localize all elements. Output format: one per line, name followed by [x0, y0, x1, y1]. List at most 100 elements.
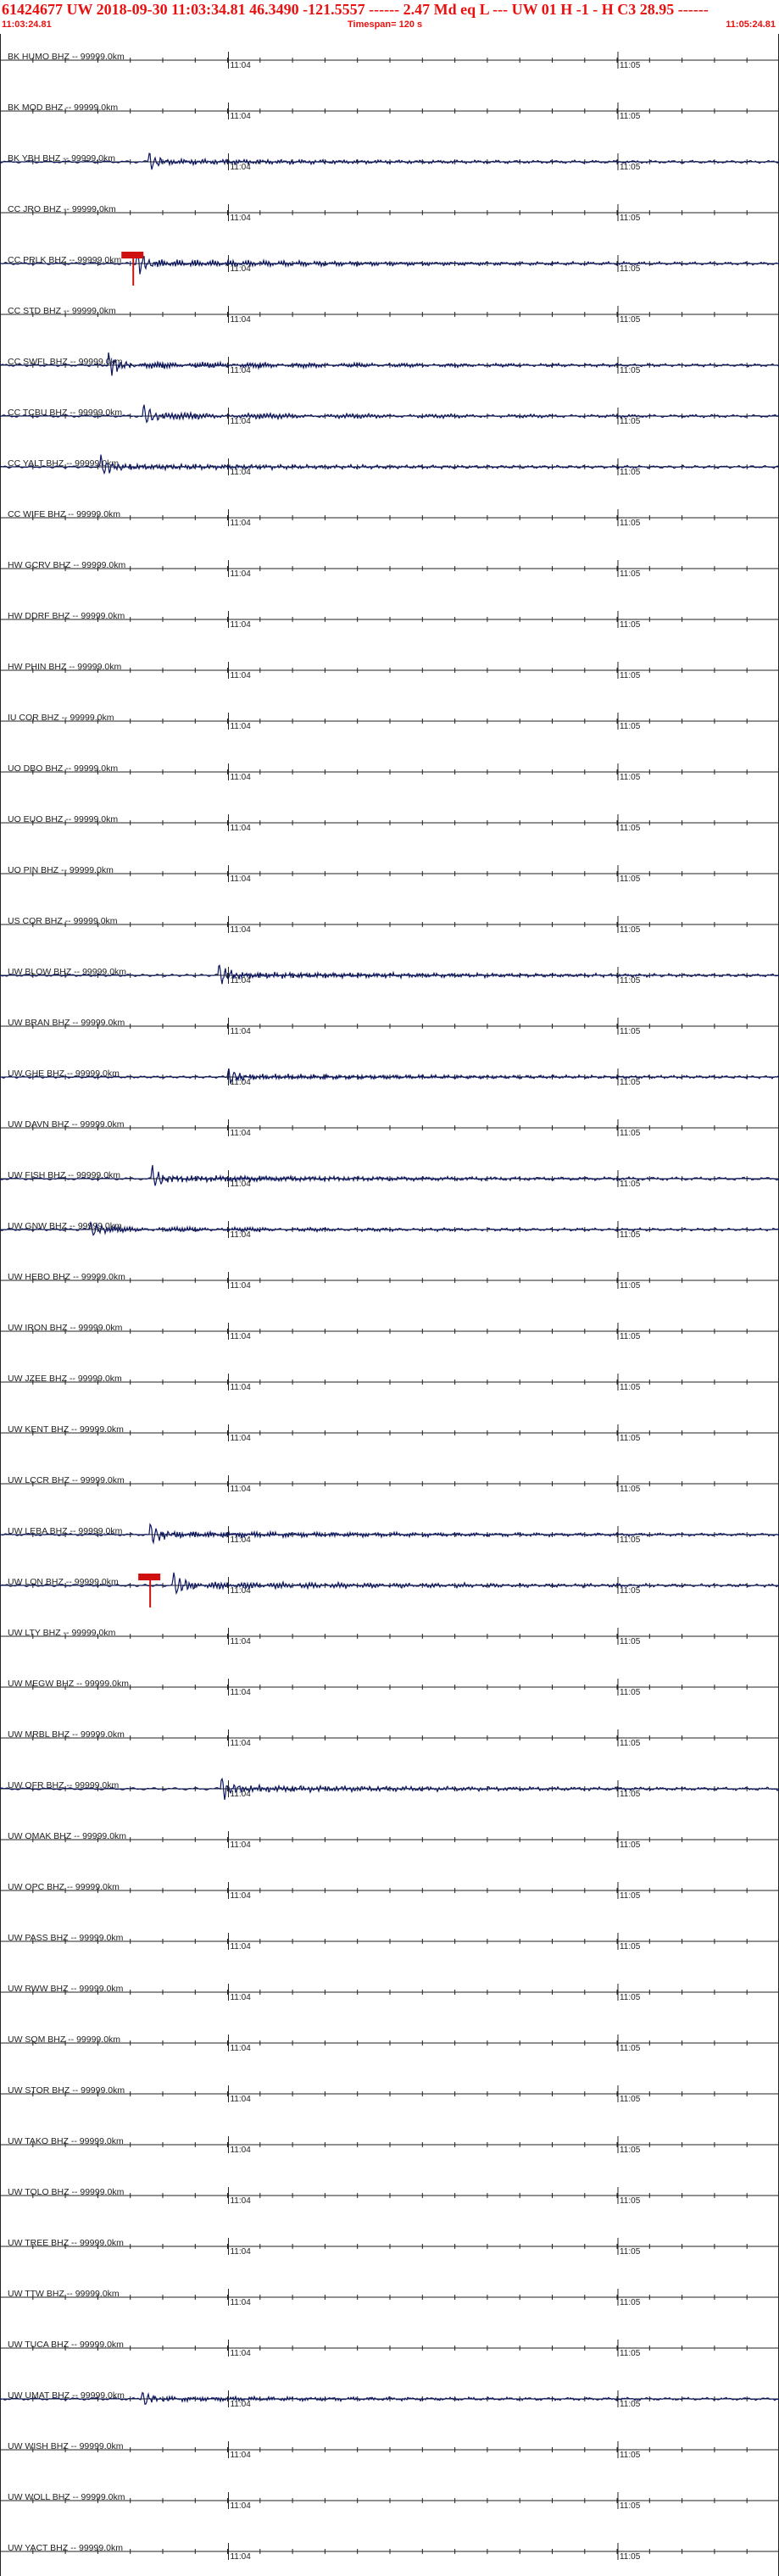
time-tick-label: 11:04	[230, 61, 251, 70]
trace-label: HW PHIN BHZ -- 99999.0km	[8, 662, 121, 672]
time-tick-label: 11:05	[620, 315, 641, 325]
trace-label: UW TUCA BHZ -- 99999.0km	[8, 2340, 124, 2350]
time-tick-label: 11:05	[620, 620, 641, 630]
trace-label: UW JZEE BHZ -- 99999.0km	[8, 1374, 122, 1384]
time-tick-label: 11:05	[620, 1840, 641, 1850]
time-tick-label: 11:05	[620, 1688, 641, 1697]
trace-label: UW IRON BHZ -- 99999.0km	[8, 1323, 123, 1333]
time-tick-label: 11:04	[230, 1637, 251, 1646]
trace-label: US COR BHZ -- 99999.0km	[8, 916, 118, 926]
seismogram-chart: 11:04 11:05 BK HUMO BHZ -- 99999.0km 11:04 1…	[0, 34, 779, 2576]
time-tick-label: 11:05	[620, 1078, 641, 1087]
time-tick-label: 11:04	[230, 2552, 251, 2562]
trace-label: BK MOD BHZ -- 99999.0km	[8, 103, 118, 113]
seismogram-panel: 11:04 11:05 BK HUMO BHZ -- 99999.0km 11:04 1…	[0, 34, 779, 2576]
time-tick-label: 11:05	[620, 2247, 641, 2257]
time-tick-label: 11:04	[230, 2451, 251, 2460]
time-tick-label: 11:04	[230, 874, 251, 884]
time-tick-label: 11:04	[230, 620, 251, 630]
time-tick-label: 11:04	[230, 1281, 251, 1291]
time-tick-label: 11:05	[620, 671, 641, 680]
time-tick-label: 11:05	[620, 264, 641, 274]
time-tick-label: 11:04	[230, 824, 251, 833]
time-tick-label: 11:05	[620, 2044, 641, 2053]
time-tick-label: 11:05	[620, 61, 641, 70]
trace-label: UW TOLO BHZ -- 99999.0km	[8, 2187, 125, 2197]
time-tick-label: 11:05	[620, 2196, 641, 2206]
time-tick-label: 11:04	[230, 112, 251, 121]
trace-label: UW OPC BHZ -- 99999.0km	[8, 1882, 120, 1892]
trace-label: UW TAKO BHZ -- 99999.0km	[8, 2136, 124, 2146]
time-tick-label: 11:05	[620, 417, 641, 426]
time-tick-label: 11:05	[620, 1281, 641, 1291]
time-tick-label: 11:04	[230, 1535, 251, 1545]
time-tick-label: 11:04	[230, 722, 251, 731]
time-tick-label: 11:04	[230, 1840, 251, 1850]
trace-label: UW OFR BHZ -- 99999.0km	[8, 1780, 120, 1790]
time-tick-label: 11:05	[620, 163, 641, 172]
trace-label: BK HUMO BHZ -- 99999.0km	[8, 52, 125, 62]
trace-label: UW PASS BHZ -- 99999.0km	[8, 1933, 124, 1943]
time-tick-label: 11:04	[230, 1993, 251, 2002]
trace-label: CC WIFE BHZ -- 99999.0km	[8, 509, 120, 519]
time-tick-label: 11:05	[620, 1485, 641, 1494]
time-tick-label: 11:04	[230, 2298, 251, 2307]
time-tick-label: 11:04	[230, 2400, 251, 2409]
time-tick-label: 11:05	[620, 1942, 641, 1951]
time-tick-label: 11:05	[620, 925, 641, 935]
trace-label: UW BRAN BHZ -- 99999.0km	[8, 1018, 125, 1028]
time-tick-label: 11:04	[230, 2349, 251, 2358]
record-header: 61424677 UW 2018-09-30 11:03:34.81 46.34…	[0, 0, 779, 34]
trace-label: CC STD BHZ -- 99999.0km	[8, 306, 116, 316]
time-tick-label: 11:04	[230, 1027, 251, 1036]
time-tick-label: 11:04	[230, 773, 251, 782]
time-tick-label: 11:04	[230, 1180, 251, 1189]
time-tick-label: 11:04	[230, 925, 251, 935]
time-tick-label: 11:05	[620, 1129, 641, 1138]
trace-label: UW WOLL BHZ -- 99999.0km	[8, 2492, 125, 2502]
trace-label: UO EUO BHZ -- 99999.0km	[8, 814, 118, 824]
time-tick-label: 11:05	[620, 2501, 641, 2511]
trace-label: UW SQM BHZ -- 99999.0km	[8, 2035, 120, 2045]
time-tick-label: 11:04	[230, 1586, 251, 1596]
time-tick-label: 11:05	[620, 569, 641, 579]
trace-label: UW MEGW BHZ -- 99999.0km	[8, 1679, 129, 1689]
start-time: 11:03:24.81	[2, 19, 52, 30]
time-tick-label: 11:05	[620, 519, 641, 528]
time-tick-label: 11:05	[620, 1180, 641, 1189]
trace-label: UW YACT BHZ -- 99999.0km	[8, 2543, 123, 2553]
time-tick-label: 11:04	[230, 2146, 251, 2155]
trace-label: UW OMAK BHZ -- 99999.0km	[8, 1831, 126, 1841]
time-tick-label: 11:05	[620, 1535, 641, 1545]
time-tick-label: 11:05	[620, 1332, 641, 1341]
time-tick-label: 11:05	[620, 773, 641, 782]
time-tick-label: 11:05	[620, 976, 641, 985]
trace-label: UW HEBO BHZ -- 99999.0km	[8, 1272, 125, 1282]
timespan-label: Timespan= 120 s	[348, 19, 423, 30]
trace-label: UO PIN BHZ -- 99999.0km	[8, 865, 114, 875]
time-tick-label: 11:04	[230, 2501, 251, 2511]
trace-label: UW TREE BHZ -- 99999.0km	[8, 2238, 124, 2248]
time-tick-label: 11:05	[620, 1586, 641, 1596]
trace-label: UW WISH BHZ -- 99999.0km	[8, 2441, 124, 2451]
trace-label: UO DBO BHZ -- 99999.0km	[8, 763, 118, 774]
trace-label: UW MRBL BHZ -- 99999.0km	[8, 1729, 125, 1740]
time-tick-label: 11:04	[230, 2044, 251, 2053]
time-tick-label: 11:04	[230, 1129, 251, 1138]
time-tick-label: 11:04	[230, 519, 251, 528]
time-tick-label: 11:04	[230, 1332, 251, 1341]
time-tick-label: 11:04	[230, 1383, 251, 1392]
trace-label: IU COR BHZ -- 99999.0km	[8, 713, 114, 723]
time-tick-label: 11:05	[620, 2552, 641, 2562]
time-tick-label: 11:04	[230, 1942, 251, 1951]
time-tick-label: 11:04	[230, 1739, 251, 1748]
trace-label: UW LCCR BHZ -- 99999.0km	[8, 1475, 125, 1485]
time-tick-label: 11:05	[620, 1993, 641, 2002]
time-tick-label: 11:05	[620, 2400, 641, 2409]
time-tick-label: 11:04	[230, 1485, 251, 1494]
trace-label: UW STOR BHZ -- 99999.0km	[8, 2085, 125, 2096]
time-tick-label: 11:04	[230, 214, 251, 223]
time-tick-label: 11:05	[620, 1790, 641, 1799]
trace-label: UW GHE BHZ -- 99999.0km	[8, 1069, 120, 1079]
time-tick-label: 11:04	[230, 1230, 251, 1240]
